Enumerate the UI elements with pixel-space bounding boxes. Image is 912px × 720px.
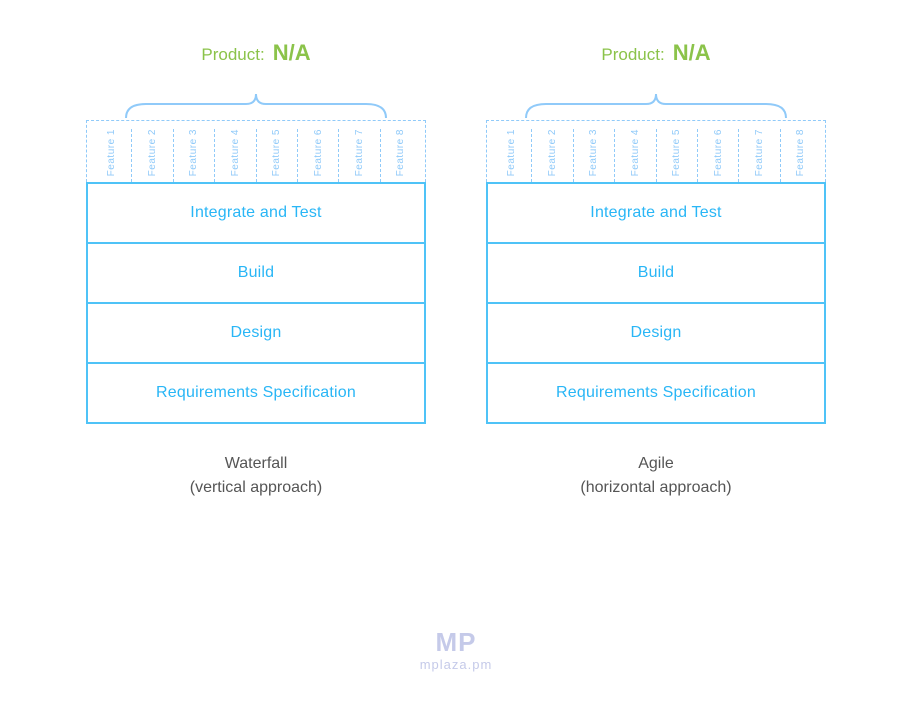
feature-label-1-3: Feature 4 xyxy=(630,129,641,176)
main-container: Product:N/AFeature 1Feature 2Feature 3Fe… xyxy=(0,40,912,500)
phase-row-1-0: Integrate and Test xyxy=(488,182,824,242)
diagram-block-0: Product:N/AFeature 1Feature 2Feature 3Fe… xyxy=(86,40,426,500)
feature-label-0-7: Feature 8 xyxy=(395,129,406,176)
feature-item-1-0: Feature 1 xyxy=(491,129,532,182)
phase-row-0-2: Design xyxy=(88,302,424,362)
feature-label-1-7: Feature 8 xyxy=(795,129,806,176)
bottom-line1-0: Waterfall xyxy=(225,455,288,472)
feature-item-1-2: Feature 3 xyxy=(574,129,615,182)
feature-item-0-7: Feature 8 xyxy=(381,129,421,182)
phase-label-0-3: Requirements Specification xyxy=(156,384,356,401)
phase-row-1-1: Build xyxy=(488,242,824,302)
diagram-block-1: Product:N/AFeature 1Feature 2Feature 3Fe… xyxy=(486,40,826,500)
feature-item-1-3: Feature 4 xyxy=(615,129,656,182)
features-row-1: Feature 1 Feature 2 Feature 3 Feature 4 Feat… xyxy=(486,120,826,182)
bottom-line2-0: (vertical approach) xyxy=(190,479,323,496)
watermark-text: mplaza.pm xyxy=(420,657,493,672)
feature-item-0-1: Feature 2 xyxy=(132,129,173,182)
product-label-0: Product: N/A xyxy=(201,40,310,66)
phase-label-0-1: Build xyxy=(238,264,275,281)
feature-label-1-5: Feature 6 xyxy=(713,129,724,176)
feature-item-1-4: Feature 5 xyxy=(657,129,698,182)
feature-label-1-1: Feature 2 xyxy=(547,129,558,176)
product-text-1: Product: xyxy=(601,45,664,65)
feature-label-1-4: Feature 5 xyxy=(671,129,682,176)
phase-label-1-3: Requirements Specification xyxy=(556,384,756,401)
phase-row-1-3: Requirements Specification xyxy=(488,362,824,422)
feature-label-1-6: Feature 7 xyxy=(754,129,765,176)
feature-label-0-1: Feature 2 xyxy=(147,129,158,176)
feature-item-1-5: Feature 6 xyxy=(698,129,739,182)
feature-label-0-0: Feature 1 xyxy=(106,129,117,176)
bottom-line1-1: Agile xyxy=(638,455,674,472)
feature-item-0-5: Feature 6 xyxy=(298,129,339,182)
product-value-1: N/A xyxy=(673,40,711,66)
feature-label-0-6: Feature 7 xyxy=(354,129,365,176)
feature-label-1-0: Feature 1 xyxy=(506,129,517,176)
product-text-0: Product: xyxy=(201,45,264,65)
feature-label-0-5: Feature 6 xyxy=(313,129,324,176)
phase-label-0-2: Design xyxy=(230,324,281,341)
phase-row-0-3: Requirements Specification xyxy=(88,362,424,422)
rows-container-1: Integrate and Test Build Design Requirement… xyxy=(486,182,826,424)
brace-svg-0 xyxy=(106,84,406,120)
feature-item-0-4: Feature 5 xyxy=(257,129,298,182)
phase-row-0-1: Build xyxy=(88,242,424,302)
brace-svg-1 xyxy=(506,84,806,120)
feature-label-1-2: Feature 3 xyxy=(588,129,599,176)
bottom-label-1: Agile (horizontal approach) xyxy=(580,452,731,500)
feature-item-1-1: Feature 2 xyxy=(532,129,573,182)
feature-item-1-7: Feature 8 xyxy=(781,129,821,182)
phase-label-1-1: Build xyxy=(638,264,675,281)
rows-container-0: Integrate and Test Build Design Requirement… xyxy=(86,182,426,424)
feature-item-0-2: Feature 3 xyxy=(174,129,215,182)
feature-item-0-0: Feature 1 xyxy=(91,129,132,182)
product-value-0: N/A xyxy=(273,40,311,66)
watermark-icon: MP xyxy=(435,629,476,655)
bottom-label-0: Waterfall (vertical approach) xyxy=(190,452,323,500)
phase-label-1-0: Integrate and Test xyxy=(590,204,721,221)
feature-item-0-6: Feature 7 xyxy=(339,129,380,182)
features-row-0: Feature 1 Feature 2 Feature 3 Feature 4 Feat… xyxy=(86,120,426,182)
feature-item-0-3: Feature 4 xyxy=(215,129,256,182)
feature-item-1-6: Feature 7 xyxy=(739,129,780,182)
watermark: MP mplaza.pm xyxy=(420,629,493,672)
feature-label-0-4: Feature 5 xyxy=(271,129,282,176)
bottom-line2-1: (horizontal approach) xyxy=(580,479,731,496)
feature-label-0-3: Feature 4 xyxy=(230,129,241,176)
phase-row-1-2: Design xyxy=(488,302,824,362)
phase-label-0-0: Integrate and Test xyxy=(190,204,321,221)
product-label-1: Product: N/A xyxy=(601,40,710,66)
phase-label-1-2: Design xyxy=(630,324,681,341)
feature-label-0-2: Feature 3 xyxy=(188,129,199,176)
phase-row-0-0: Integrate and Test xyxy=(88,182,424,242)
